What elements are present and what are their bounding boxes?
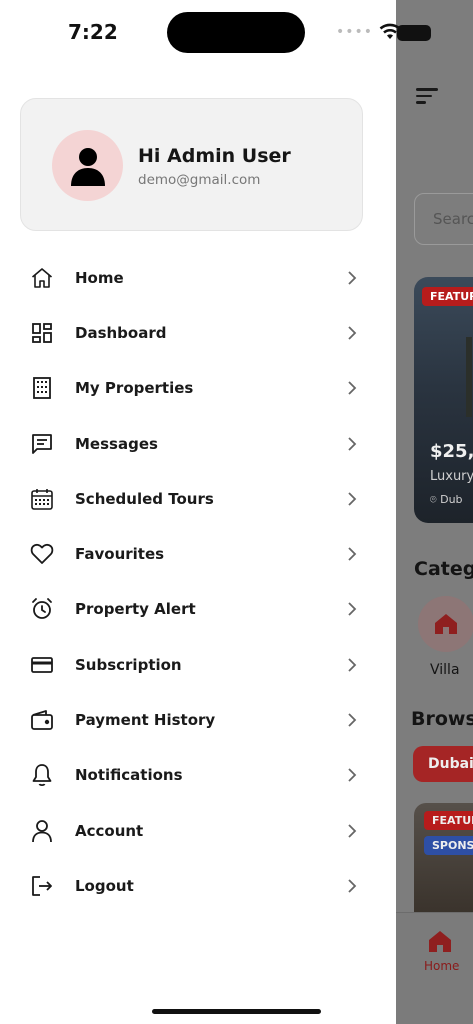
home-indicator: [152, 1009, 321, 1014]
menu-item-favourites[interactable]: Favourites: [0, 526, 396, 581]
user-avatar-icon: [70, 147, 105, 186]
profile-card[interactable]: Hi Admin User demo@gmail.com: [20, 98, 363, 231]
chevron-right-icon: [348, 713, 357, 727]
credit-card-icon: [29, 652, 55, 678]
menu-item-messages[interactable]: Messages: [0, 416, 396, 471]
menu-label: Logout: [75, 876, 134, 895]
navigation-drawer: 7:22 Hi Admin User demo@gmail.com Home D…: [0, 0, 396, 1024]
palm-tree-image: [466, 337, 472, 417]
home-icon: [29, 265, 55, 291]
chevron-right-icon: [348, 381, 357, 395]
menu-label: Home: [75, 268, 124, 287]
home-tab-icon[interactable]: [426, 927, 454, 955]
menu-item-property-alert[interactable]: Property Alert: [0, 582, 396, 637]
dashboard-icon: [29, 320, 55, 346]
background-app: Searc FEATUR $25, Luxury ⌾ Dub Categ Vil…: [396, 0, 473, 1024]
profile-email: demo@gmail.com: [138, 172, 261, 188]
tab-home-label[interactable]: Home: [424, 959, 459, 973]
menu-item-scheduled-tours[interactable]: Scheduled Tours: [0, 471, 396, 526]
search-input[interactable]: Searc: [414, 193, 473, 245]
filter-icon[interactable]: [416, 88, 438, 106]
chevron-right-icon: [348, 492, 357, 506]
signal-icon: ••••: [336, 24, 374, 40]
featured-badge: FEATUR: [424, 811, 473, 830]
heart-icon: [29, 541, 55, 567]
browse-heading: Browse: [411, 708, 473, 730]
avatar: [52, 130, 123, 201]
menu-label: Payment History: [75, 711, 216, 730]
profile-greeting: Hi Admin User: [138, 145, 291, 167]
menu-item-notifications[interactable]: Notifications: [0, 748, 396, 803]
menu-item-my-properties[interactable]: My Properties: [0, 361, 396, 416]
menu-label: Messages: [75, 434, 158, 453]
menu-label: Account: [75, 821, 144, 840]
calendar-icon: [29, 486, 55, 512]
property-title: Luxury: [430, 469, 473, 484]
wallet-icon: [29, 707, 55, 733]
message-icon: [29, 431, 55, 457]
categories-heading: Categ: [414, 558, 473, 580]
menu-item-subscription[interactable]: Subscription: [0, 637, 396, 692]
menu-item-logout[interactable]: Logout: [0, 858, 396, 913]
menu-label: Favourites: [75, 545, 165, 564]
chevron-right-icon: [348, 768, 357, 782]
alarm-icon: [29, 596, 55, 622]
bottom-tab-bar: Home: [396, 912, 473, 1024]
chevron-right-icon: [348, 271, 357, 285]
chevron-right-icon: [348, 547, 357, 561]
home-icon: [435, 614, 457, 634]
menu-item-account[interactable]: Account: [0, 803, 396, 858]
city-filter-pill[interactable]: Dubai: [413, 746, 473, 782]
menu-item-home[interactable]: Home: [0, 250, 396, 305]
dynamic-island: [167, 12, 305, 53]
sponsored-badge: SPONS: [424, 836, 473, 855]
menu-item-dashboard[interactable]: Dashboard: [0, 305, 396, 360]
property-card[interactable]: FEATUR $25, Luxury ⌾ Dub: [414, 277, 473, 523]
chevron-right-icon: [348, 879, 357, 893]
menu-label: Dashboard: [75, 323, 167, 342]
chevron-right-icon: [348, 602, 357, 617]
battery-icon: [397, 25, 431, 41]
clock: 7:22: [68, 20, 118, 44]
bell-icon: [29, 762, 55, 788]
menu-item-payment-history[interactable]: Payment History: [0, 692, 396, 747]
category-villa-button[interactable]: [418, 596, 473, 652]
menu-label: Notifications: [75, 766, 183, 785]
category-label: Villa: [430, 662, 460, 678]
status-icons: ••••: [336, 20, 401, 44]
user-icon: [29, 818, 55, 844]
location-text: Dub: [440, 493, 463, 506]
property-card-2[interactable]: FEATUR SPONS: [414, 803, 473, 913]
property-price: $25,: [430, 441, 473, 462]
menu-label: My Properties: [75, 379, 194, 398]
property-location: ⌾ Dub: [430, 493, 463, 506]
building-icon: [29, 375, 55, 401]
menu-label: Scheduled Tours: [75, 489, 214, 508]
chevron-right-icon: [348, 823, 357, 838]
menu-label: Property Alert: [75, 600, 196, 619]
featured-badge: FEATUR: [422, 287, 473, 306]
drawer-menu: Home Dashboard My Properties Messages Sc…: [0, 250, 396, 914]
chevron-right-icon: [348, 326, 357, 340]
menu-label: Subscription: [75, 655, 182, 674]
logout-icon: [29, 873, 55, 899]
chevron-right-icon: [348, 658, 357, 672]
chevron-right-icon: [348, 436, 357, 451]
